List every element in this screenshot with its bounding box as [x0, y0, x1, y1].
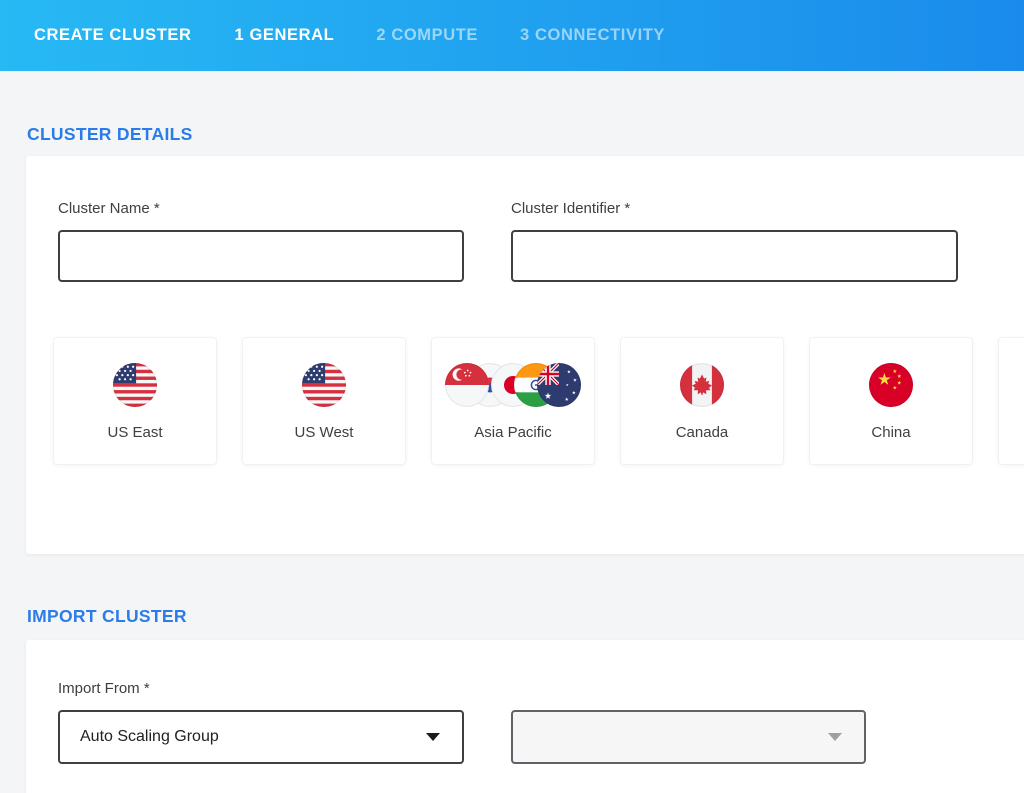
asia-pacific-flags-icon [445, 363, 581, 407]
singapore-flag-icon [445, 363, 489, 407]
import-from-selected-value: Auto Scaling Group [80, 728, 219, 746]
cluster-fields-row: Cluster Name * Cluster Identifier * [58, 200, 1024, 282]
region-label: US East [107, 424, 162, 441]
chevron-down-icon [828, 733, 842, 741]
import-from-select[interactable]: Auto Scaling Group [58, 710, 464, 764]
region-label: China [871, 424, 910, 441]
cluster-name-field: Cluster Name * [58, 200, 464, 282]
us-flag-icon [302, 363, 346, 407]
region-card-china[interactable]: China [809, 337, 973, 465]
region-selector-row: US East [53, 337, 1024, 465]
canada-flag-icon [680, 363, 724, 407]
cluster-identifier-label: Cluster Identifier * [511, 200, 958, 217]
wizard-header-bar: CREATE CLUSTER 1 GENERAL 2 COMPUTE 3 CON… [0, 0, 1024, 71]
cluster-name-label: Cluster Name * [58, 200, 464, 217]
region-card-us-east[interactable]: US East [53, 337, 217, 465]
cluster-name-input[interactable] [58, 230, 464, 282]
tab-compute[interactable]: 2 COMPUTE [376, 26, 478, 45]
region-card-partial[interactable] [998, 337, 1024, 465]
import-source-select[interactable] [511, 710, 866, 764]
page-title: CREATE CLUSTER [34, 26, 192, 45]
region-label: Canada [676, 424, 729, 441]
cluster-details-card: Cluster Name * Cluster Identifier * [26, 156, 1024, 554]
import-selects-row: Auto Scaling Group [58, 710, 1024, 764]
cluster-details-heading: CLUSTER DETAILS [27, 71, 1024, 145]
cluster-identifier-input[interactable] [511, 230, 958, 282]
region-card-canada[interactable]: Canada [620, 337, 784, 465]
us-flag-icon [113, 363, 157, 407]
region-label: US West [295, 424, 354, 441]
chevron-down-icon [426, 733, 440, 741]
cluster-identifier-field: Cluster Identifier * [511, 200, 958, 282]
region-card-asia-pacific[interactable]: Asia Pacific [431, 337, 595, 465]
tab-general[interactable]: 1 GENERAL [235, 26, 335, 45]
australia-flag-icon [537, 363, 581, 407]
tab-connectivity[interactable]: 3 CONNECTIVITY [520, 26, 665, 45]
import-cluster-heading: IMPORT CLUSTER [27, 554, 1024, 627]
import-cluster-card: Import From * Auto Scaling Group [26, 640, 1024, 793]
china-flag-icon [869, 363, 913, 407]
region-card-us-west[interactable]: US West [242, 337, 406, 465]
import-from-label: Import From * [58, 680, 1024, 697]
import-from-field: Import From * Auto Scaling Group [58, 680, 1024, 764]
region-label: Asia Pacific [474, 424, 552, 441]
